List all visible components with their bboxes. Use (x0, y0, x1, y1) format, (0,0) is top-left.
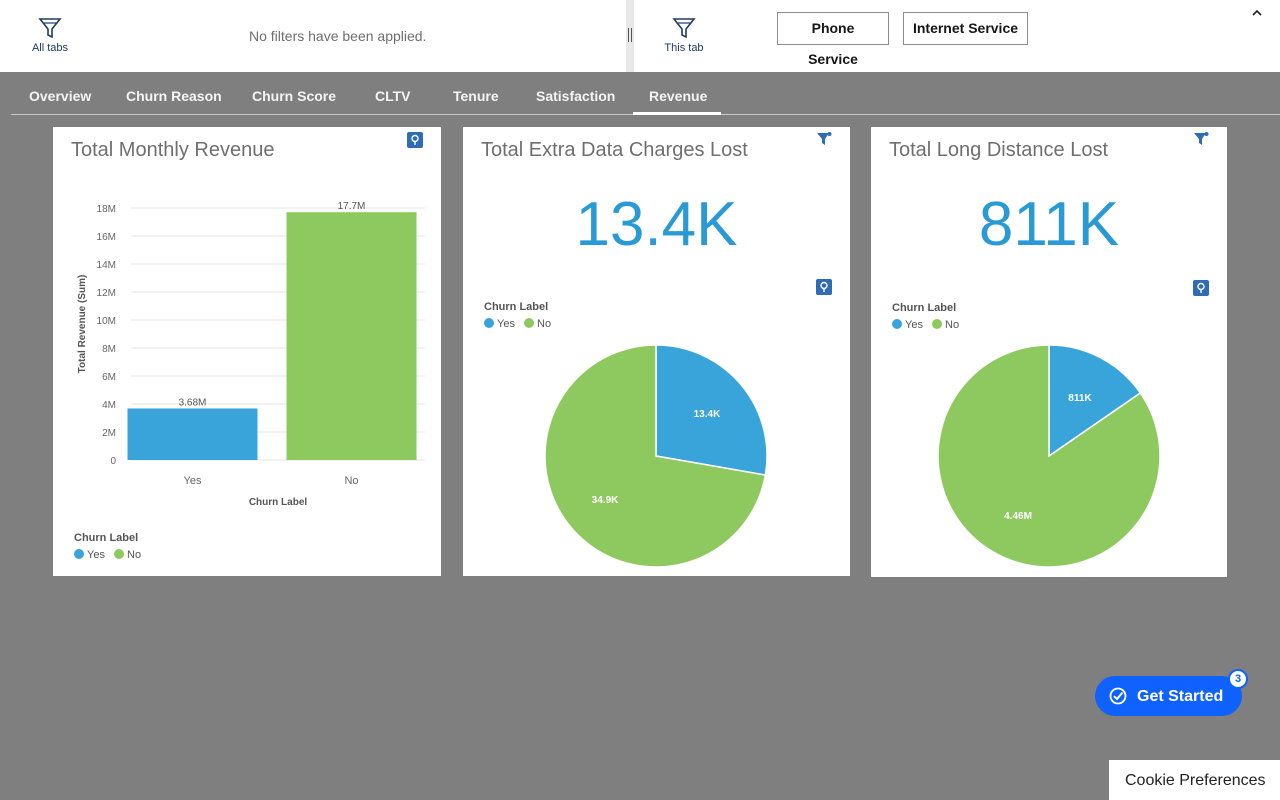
y-tick-label: 0 (110, 456, 116, 467)
y-tick-label: 8M (102, 344, 116, 355)
extra-data-charges-card: Total Extra Data Charges Lost 13.4K Chur… (463, 127, 850, 576)
tab-filter-area: This tab Phone Service Internet Service (634, 0, 1280, 72)
legend-label: No (537, 318, 552, 330)
x-tick-label: No (344, 475, 358, 487)
legend-label: No (945, 319, 960, 331)
chart-legend: Yes No (892, 319, 965, 331)
x-tick-label: Yes (184, 475, 202, 487)
chart-legend: Yes No (484, 318, 557, 330)
legend-swatch (74, 549, 84, 559)
tab-churn-score[interactable]: Churn Score (252, 88, 336, 104)
get-started-label: Get Started (1137, 688, 1224, 705)
legend-title: Churn Label (892, 302, 957, 314)
legend-title: Churn Label (74, 532, 139, 544)
pin-icon[interactable] (816, 279, 832, 295)
legend-item-no[interactable]: No (524, 318, 551, 330)
y-tick-label: 16M (97, 232, 116, 243)
bar-no[interactable] (286, 212, 417, 460)
tab-revenue[interactable]: Revenue (649, 88, 707, 104)
kpi-value: 811K (978, 190, 1120, 259)
pie-value-label: 811K (1068, 393, 1092, 404)
pie-value-label: 34.9K (592, 495, 619, 506)
legend-swatch (114, 549, 125, 559)
card-title: Total Long Distance Lost (889, 139, 1109, 161)
x-axis-label: Churn Label (249, 497, 308, 508)
filter-dot-icon[interactable] (1193, 131, 1209, 147)
chart-legend: Yes No (74, 549, 147, 561)
monthly-revenue-bar-chart: 0 2M 4M 6M 8M 10M 12M 14M 16M 18M 3.68M Yes 17.7M No C… (77, 201, 425, 508)
monthly-revenue-card: Total Monthly Revenue 0 2M 4M 6M 8M 10M 12M 14M… (53, 127, 441, 576)
get-started-button[interactable]: Get Started (1095, 676, 1242, 716)
all-tabs-filter-button[interactable]: All tabs (20, 16, 80, 60)
legend-label: Yes (87, 549, 105, 561)
global-filter-area: All tabs No filters have been applied. (0, 0, 626, 72)
bar-value-label: 3.68M (179, 397, 207, 408)
notification-badge: 3 (1228, 669, 1248, 689)
y-tick-label: 18M (97, 204, 116, 215)
y-tick-label: 14M (97, 260, 116, 271)
tab-cltv[interactable]: CLTV (375, 88, 411, 104)
kpi-value: 13.4K (575, 190, 738, 259)
tab-tenure[interactable]: Tenure (453, 88, 499, 104)
tab-churn-reason[interactable]: Churn Reason (126, 88, 222, 104)
pin-icon[interactable] (407, 132, 423, 148)
legend-item-no[interactable]: No (932, 319, 959, 331)
pie-value-label: 13.4K (694, 409, 721, 420)
checkmark-circle-icon (1109, 687, 1127, 705)
legend-item-yes[interactable]: Yes (484, 318, 515, 330)
all-tabs-label: All tabs (31, 42, 69, 54)
card-title: Total Monthly Revenue (71, 139, 275, 161)
y-tick-label: 6M (102, 372, 116, 383)
y-tick-label: 10M (97, 316, 116, 327)
card-title: Total Extra Data Charges Lost (481, 139, 748, 161)
y-tick-label: 2M (102, 428, 116, 439)
phone-service-chip[interactable]: Phone Service (777, 12, 889, 67)
tab-overview[interactable]: Overview (29, 88, 91, 104)
extra-data-pie-chart: 13.4K 34.9K (544, 344, 768, 568)
legend-item-no[interactable]: No (114, 549, 141, 561)
legend-swatch (484, 318, 494, 328)
legend-swatch (932, 319, 943, 329)
legend-label: No (127, 549, 142, 561)
filter-icon (672, 18, 696, 39)
bar-yes[interactable] (127, 408, 258, 460)
chevron-up-icon[interactable] (1250, 6, 1264, 20)
long-distance-pie-chart: 811K 4.46M (937, 344, 1161, 568)
this-tab-label: This tab (664, 42, 704, 54)
legend-label: Yes (905, 319, 923, 331)
legend-swatch (892, 319, 902, 329)
long-distance-card: Total Long Distance Lost 811K Churn Labe… (871, 127, 1227, 577)
splitter-grip-icon (628, 28, 632, 42)
legend-title: Churn Label (484, 301, 549, 313)
y-tick-label: 4M (102, 400, 116, 411)
filter-dot-icon[interactable] (816, 131, 832, 147)
legend-swatch (524, 318, 535, 328)
cookie-preferences-link[interactable]: Cookie Preferences (1109, 760, 1280, 800)
bar-value-label: 17.7M (338, 201, 366, 212)
legend-label: Yes (497, 318, 515, 330)
pin-icon[interactable] (1193, 280, 1209, 296)
internet-service-chip[interactable]: Internet Service (903, 12, 1028, 45)
filter-bar: All tabs No filters have been applied. T… (0, 0, 1280, 72)
this-tab-filter-button[interactable]: This tab (654, 16, 714, 60)
pie-value-label: 4.46M (1004, 511, 1032, 522)
legend-item-yes[interactable]: Yes (892, 319, 923, 331)
y-axis-label: Total Revenue (Sum) (77, 275, 88, 374)
active-tab-indicator (633, 112, 721, 115)
legend-item-yes[interactable]: Yes (74, 549, 105, 561)
no-filters-message: No filters have been applied. (249, 28, 427, 44)
y-tick-label: 12M (97, 288, 116, 299)
tab-satisfaction[interactable]: Satisfaction (536, 88, 615, 104)
filter-icon (38, 18, 62, 39)
